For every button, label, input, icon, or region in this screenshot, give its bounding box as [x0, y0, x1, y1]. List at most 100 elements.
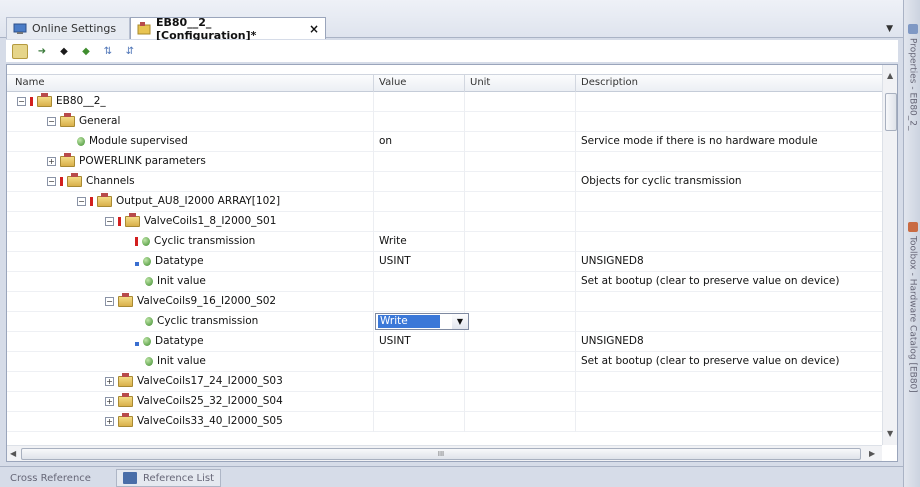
- configuration-icon: [137, 22, 151, 35]
- parameter-icon: [77, 136, 85, 146]
- column-header-unit[interactable]: Unit: [470, 77, 490, 88]
- parameter-icon: [143, 256, 151, 266]
- table-row[interactable]: Datatype USINT UNSIGNED8: [7, 252, 882, 272]
- row-value[interactable]: USINT: [379, 335, 411, 347]
- cyclic-transmission-select[interactable]: Write ▼: [375, 313, 469, 330]
- horizontal-scroll-thumb[interactable]: III: [21, 448, 861, 460]
- side-tab-toolbox[interactable]: Toolbox - Hardware Catalog [EB80]: [905, 222, 920, 472]
- table-row[interactable]: Cyclic transmission Write ▼: [7, 312, 882, 332]
- horizontal-scrollbar[interactable]: ◀ III ▶: [7, 445, 882, 461]
- editor-toolbar: ➜ ◆ ◆ ⇅ ⇵: [6, 40, 898, 62]
- row-description: UNSIGNED8: [581, 255, 644, 267]
- collapse-toggle[interactable]: −: [77, 196, 86, 206]
- properties-icon: [907, 24, 918, 34]
- table-row[interactable]: − Output_AU8_I2000 ARRAY[102]: [7, 192, 882, 212]
- error-marker-icon: [90, 196, 93, 206]
- row-name: Datatype: [155, 255, 204, 267]
- row-name: ValveCoils1_8_I2000_S01: [144, 215, 277, 227]
- side-tab-properties[interactable]: Properties - EB80_2_: [905, 24, 920, 174]
- collapse-toggle[interactable]: −: [105, 216, 114, 226]
- grid-rows: − EB80__2_ − General Module supervised o…: [7, 92, 882, 432]
- grid-header: Name Value Unit Description: [7, 74, 882, 92]
- table-row[interactable]: Init value Set at bootup (clear to prese…: [7, 352, 882, 372]
- tab-configuration[interactable]: EB80__2_ [Configuration]* ×: [130, 15, 326, 42]
- row-name: Datatype: [155, 335, 204, 347]
- error-marker-icon: [135, 236, 138, 246]
- chevron-down-icon[interactable]: ▼: [886, 24, 893, 34]
- row-name: General: [79, 115, 121, 127]
- row-name: Init value: [157, 355, 206, 367]
- table-row[interactable]: + ValveCoils17_24_I2000_S03: [7, 372, 882, 392]
- parameter-icon: [142, 236, 150, 246]
- row-description: Set at bootup (clear to preserve value o…: [581, 275, 840, 287]
- table-row[interactable]: − General: [7, 112, 882, 132]
- column-header-value[interactable]: Value: [379, 77, 406, 88]
- table-row[interactable]: + ValveCoils33_40_I2000_S05: [7, 412, 882, 432]
- table-row[interactable]: Init value Set at bootup (clear to prese…: [7, 272, 882, 292]
- row-name: ValveCoils9_16_I2000_S02: [137, 295, 277, 307]
- scroll-down-icon[interactable]: ▼: [887, 429, 893, 438]
- toolbox-icon: [907, 222, 918, 232]
- close-icon[interactable]: ×: [309, 22, 319, 36]
- collapse-toggle[interactable]: −: [47, 176, 56, 186]
- row-value[interactable]: USINT: [379, 255, 411, 267]
- error-marker-icon: [30, 96, 33, 106]
- column-header-name[interactable]: Name: [15, 77, 45, 88]
- folder-icon: [97, 192, 112, 207]
- column-header-description[interactable]: Description: [581, 77, 638, 88]
- chevron-down-icon[interactable]: ▼: [452, 314, 468, 329]
- parameter-icon: [143, 336, 151, 346]
- tab-reference-list[interactable]: Reference List: [116, 469, 222, 487]
- row-name: EB80__2_: [56, 95, 106, 107]
- row-name: Cyclic transmission: [154, 235, 256, 247]
- scroll-right-icon[interactable]: ▶: [869, 449, 875, 458]
- row-name: Channels: [86, 175, 135, 187]
- tab-cross-reference[interactable]: Cross Reference: [4, 469, 97, 487]
- row-description: Objects for cyclic transmission: [581, 175, 742, 187]
- tab-online-settings[interactable]: Online Settings: [6, 17, 130, 39]
- sort-desc-icon[interactable]: ⇵: [122, 44, 138, 59]
- row-value[interactable]: on: [379, 135, 392, 147]
- row-name: Output_AU8_I2000 ARRAY[102]: [116, 195, 281, 207]
- row-name: ValveCoils25_32_I2000_S04: [137, 395, 283, 407]
- sort-asc-icon[interactable]: ⇅: [100, 44, 116, 59]
- row-name: Init value: [157, 275, 206, 287]
- expand-toggle[interactable]: +: [105, 376, 114, 386]
- table-row[interactable]: + ValveCoils25_32_I2000_S04: [7, 392, 882, 412]
- configuration-grid: Name Value Unit Description − EB80__2_ −…: [6, 64, 898, 462]
- table-row[interactable]: − EB80__2_: [7, 92, 882, 112]
- table-row[interactable]: + POWERLINK parameters: [7, 152, 882, 172]
- collapse-toggle[interactable]: −: [47, 116, 56, 126]
- scroll-up-icon[interactable]: ▲: [887, 71, 893, 80]
- error-marker-icon: [60, 176, 63, 186]
- row-name: Cyclic transmission: [157, 315, 259, 327]
- arrow-right-icon[interactable]: ➜: [34, 44, 50, 59]
- row-value[interactable]: Write: [379, 235, 407, 247]
- table-row[interactable]: − Channels Objects for cyclic transmissi…: [7, 172, 882, 192]
- folder-icon: [67, 172, 82, 187]
- expand-toggle[interactable]: +: [105, 396, 114, 406]
- table-row[interactable]: − ValveCoils9_16_I2000_S02: [7, 292, 882, 312]
- row-description: UNSIGNED8: [581, 335, 644, 347]
- collapse-toggle[interactable]: −: [17, 96, 26, 106]
- expand-toggle[interactable]: +: [47, 156, 56, 166]
- bottom-tab-bar: Cross Reference Reference List: [0, 466, 903, 487]
- grid-view-icon[interactable]: [12, 43, 28, 59]
- table-row[interactable]: Datatype USINT UNSIGNED8: [7, 332, 882, 352]
- row-name: POWERLINK parameters: [79, 155, 206, 167]
- folder-icon: [118, 392, 133, 407]
- vertical-scroll-thumb[interactable]: [885, 93, 897, 131]
- error-marker-icon: [118, 216, 121, 226]
- folder-icon: [118, 412, 133, 427]
- vertical-scrollbar[interactable]: ▲ ▼: [882, 65, 897, 445]
- scroll-left-icon[interactable]: ◀: [10, 449, 16, 458]
- select-value: Write: [378, 315, 440, 328]
- collapse-toggle[interactable]: −: [105, 296, 114, 306]
- table-row[interactable]: Module supervised on Service mode if the…: [7, 132, 882, 152]
- expand-toggle[interactable]: +: [105, 416, 114, 426]
- connect-icon[interactable]: ◆: [56, 44, 72, 59]
- disconnect-icon[interactable]: ◆: [78, 44, 94, 59]
- table-row[interactable]: Cyclic transmission Write: [7, 232, 882, 252]
- tab-label: EB80__2_ [Configuration]*: [156, 15, 257, 42]
- table-row[interactable]: − ValveCoils1_8_I2000_S01: [7, 212, 882, 232]
